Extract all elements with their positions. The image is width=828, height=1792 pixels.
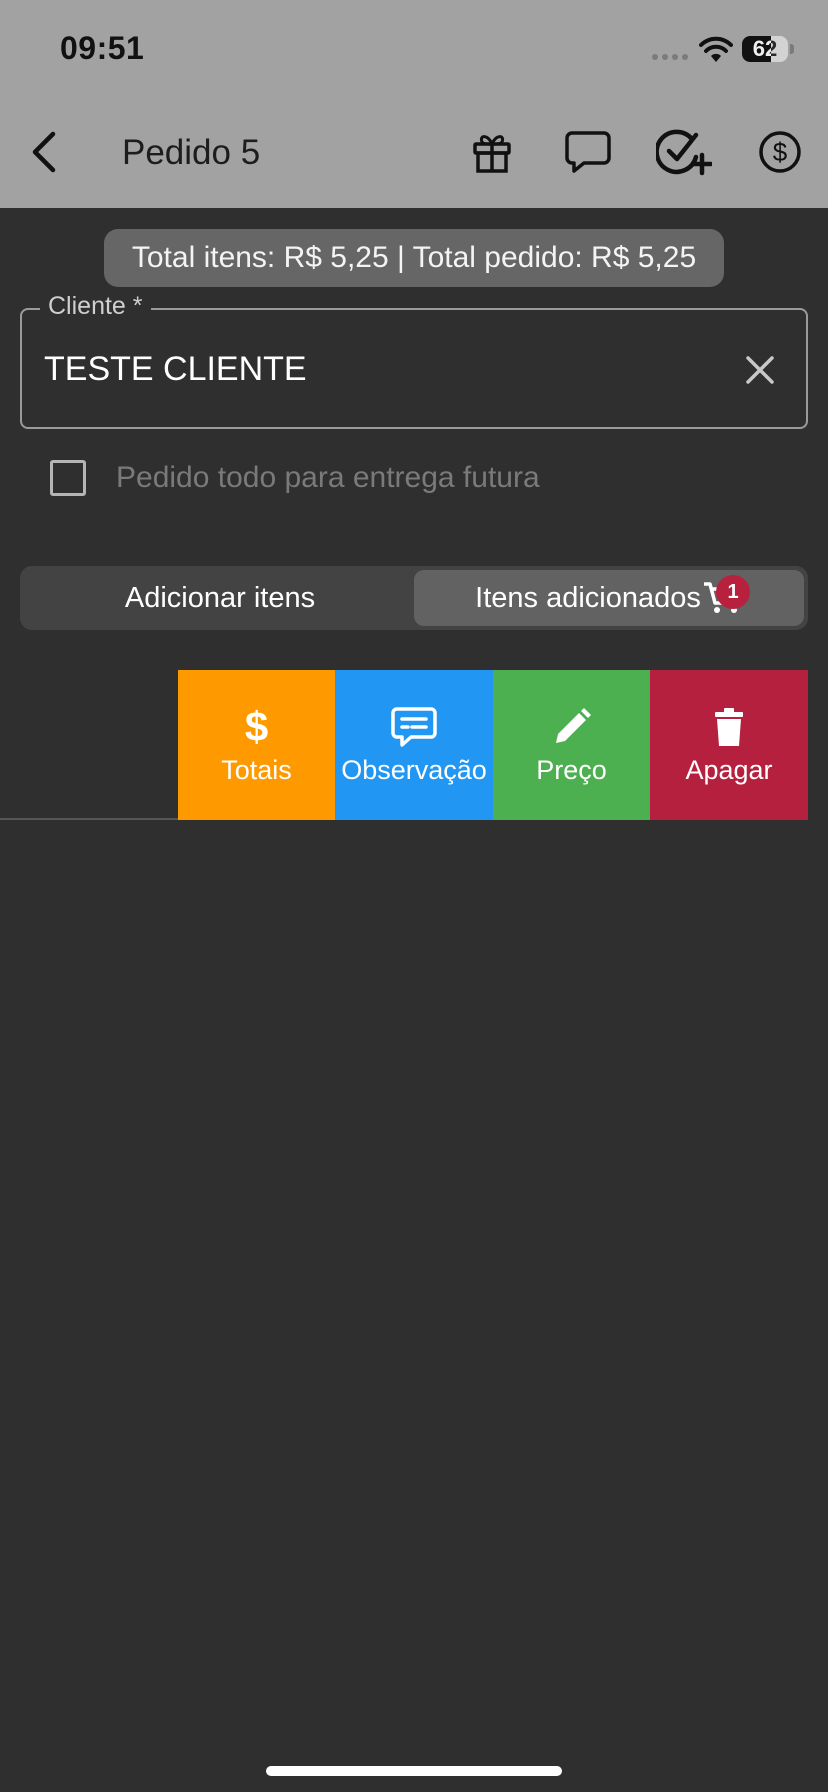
chat-button[interactable] [560,124,616,180]
check-plus-icon [656,129,712,176]
wifi-icon [699,36,733,62]
gift-icon [473,135,511,173]
tab-add-items[interactable]: Adicionar itens [24,570,416,626]
payment-button[interactable]: $ [752,124,808,180]
item-swipe-actions: $ Totais Observação Preço Apagar [0,670,828,820]
cart-count-badge: 1 [716,575,750,609]
approve-add-button[interactable] [656,124,712,180]
battery-tip [790,44,794,54]
row-divider [0,818,178,820]
client-field-value: TESTE CLIENTE [44,350,307,388]
signal-icon [652,54,688,60]
totais-button[interactable]: $ Totais [178,670,335,820]
client-field-label: Cliente * [40,292,151,321]
home-indicator [266,1766,562,1776]
back-chevron-icon [32,131,56,173]
tab-added-items-label: Itens adicionados [475,581,701,614]
top-app-bar: 09:51 62 Pedido 5 $ [0,0,828,208]
gift-button[interactable] [464,124,520,180]
back-button[interactable] [22,122,66,182]
observacao-label: Observação [341,754,487,785]
page-title: Pedido 5 [122,133,261,172]
pencil-icon [555,707,591,743]
client-field[interactable]: Cliente * TESTE CLIENTE [20,292,808,429]
trash-icon [715,707,743,746]
observacao-button[interactable]: Observação [335,670,493,820]
preco-label: Preço [536,754,607,785]
tab-add-items-label: Adicionar itens [124,581,316,614]
items-tab-switch: Adicionar itens Itens adicionados [20,566,808,630]
preco-button[interactable]: Preço [493,670,650,820]
dollar-circle-icon: $ [759,131,801,173]
dollar-icon: $ [244,702,269,750]
apagar-button[interactable]: Apagar [650,670,808,820]
future-delivery-checkbox[interactable] [50,460,86,496]
totais-label: Totais [221,754,292,785]
status-time: 09:51 [60,30,145,66]
svg-text:$: $ [773,137,788,167]
apagar-label: Apagar [685,754,773,785]
future-delivery-label: Pedido todo para entrega futura [116,461,540,494]
chat-bubble-icon [565,131,611,173]
battery-level: 62 [752,36,778,61]
battery-icon: 62 [742,36,788,62]
comment-text-icon [391,706,437,747]
clear-client-icon[interactable] [740,350,780,390]
future-delivery-row[interactable]: Pedido todo para entrega futura [50,460,540,496]
totals-summary: Total itens: R$ 5,25 | Total pedido: R$ … [104,229,724,287]
